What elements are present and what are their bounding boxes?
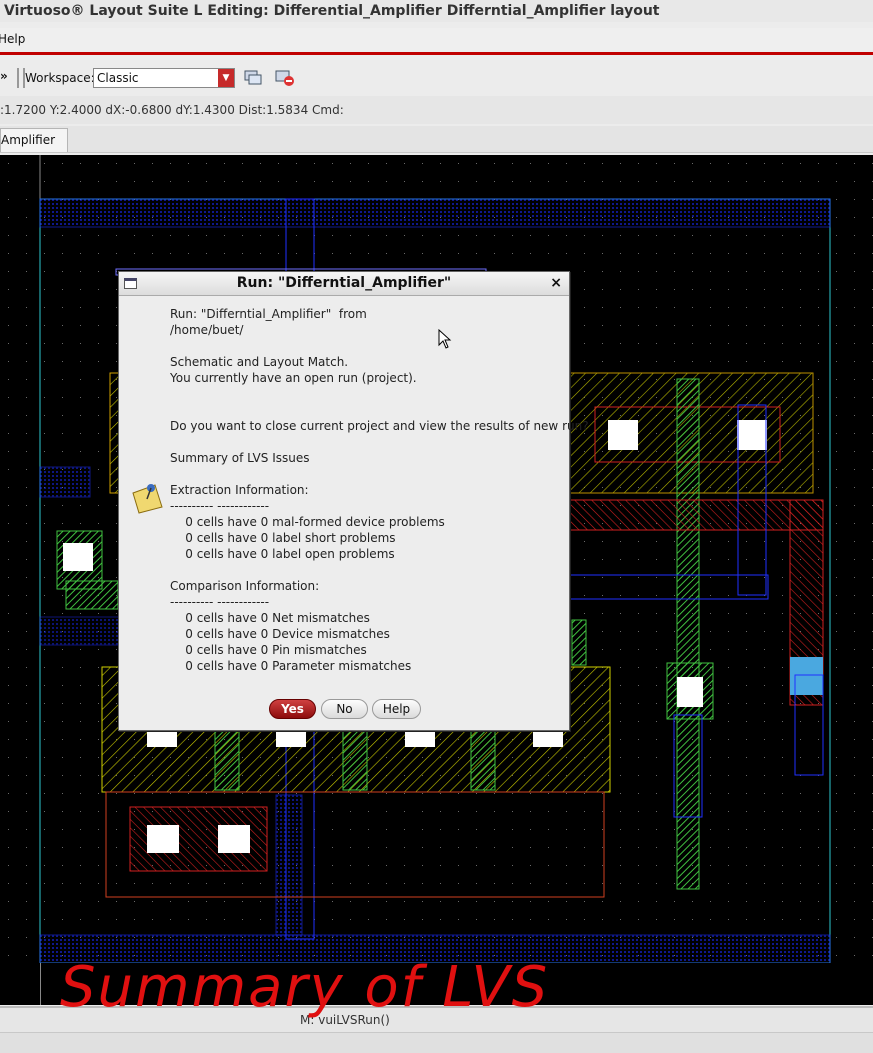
workspace-value: Classic: [97, 71, 139, 85]
dialog-line: Summary of LVS Issues: [170, 451, 310, 465]
dialog-line: Do you want to close current project and…: [170, 419, 589, 433]
dialog-titlebar[interactable]: Run: "Differntial_Amplifier" ×: [119, 272, 569, 296]
dialog-line: 0 cells have 0 Device mismatches: [170, 627, 390, 641]
workspace-label: Workspace:: [25, 71, 95, 85]
dialog-line: 0 cells have 0 label open problems: [170, 547, 395, 561]
menu-help[interactable]: Help: [0, 28, 25, 50]
lvs-run-dialog: Run: "Differntial_Amplifier" × Run: "Dif…: [118, 271, 589, 731]
toolbar: » Workspace: Classic ▼: [0, 62, 873, 94]
dialog-line: You currently have an open run (project)…: [170, 371, 417, 385]
chevron-down-icon[interactable]: ▼: [218, 69, 234, 87]
yes-button[interactable]: Yes: [269, 699, 316, 719]
dialog-line: ---------- ------------: [170, 499, 270, 513]
workspace-select[interactable]: Classic ▼: [93, 68, 235, 88]
menubar: Help: [0, 28, 873, 50]
toolbar-grip[interactable]: [17, 68, 25, 88]
dialog-line: ---------- ------------: [170, 595, 270, 609]
help-button[interactable]: Help: [372, 699, 421, 719]
dialog-title: Run: "Differntial_Amplifier": [236, 275, 452, 291]
dialog-line: 0 cells have 0 Parameter mismatches: [170, 659, 412, 673]
mouse-cursor-icon: [438, 328, 452, 349]
note-pin-icon: [129, 479, 165, 515]
canvas-border-line: [40, 963, 41, 1005]
dialog-line: 0 cells have 0 mal-formed device problem…: [170, 515, 445, 529]
window-icon: [124, 278, 137, 289]
dialog-line: 0 cells have 0 Net mismatches: [170, 611, 370, 625]
dialog-line: 0 cells have 0 label short problems: [170, 531, 396, 545]
dialog-line: 0 cells have 0 Pin mismatches: [170, 643, 367, 657]
dialog-line: Run: "Differntial_Amplifier" from: [170, 307, 367, 321]
close-icon[interactable]: ×: [550, 272, 562, 295]
workspace-save-icon[interactable]: [244, 69, 262, 85]
dialog-line: Comparison Information:: [170, 579, 320, 593]
accent-divider: [0, 52, 873, 55]
no-button[interactable]: No: [321, 699, 368, 719]
workspace-delete-icon[interactable]: [275, 69, 295, 87]
dialog-line: Schematic and Layout Match.: [170, 355, 349, 369]
handwritten-annotation: Summary of LVS: [60, 955, 550, 1020]
dialog-line: /home/buet/: [170, 323, 244, 337]
window-title: Virtuoso® Layout Suite L Editing: Differ…: [0, 0, 873, 22]
tab-bar: Amplifier: [0, 126, 873, 153]
tab-layout[interactable]: Amplifier: [0, 128, 69, 152]
toolbar-overflow-icon[interactable]: »: [0, 69, 8, 83]
dialog-line: Extraction Information:: [170, 483, 309, 497]
footer-bar: [0, 1032, 873, 1053]
coordinate-bar: :1.7200 Y:2.4000 dX:-0.6800 dY:1.4300 Di…: [0, 96, 873, 124]
coordinate-readout: :1.7200 Y:2.4000 dX:-0.6800 dY:1.4300 Di…: [0, 103, 344, 117]
